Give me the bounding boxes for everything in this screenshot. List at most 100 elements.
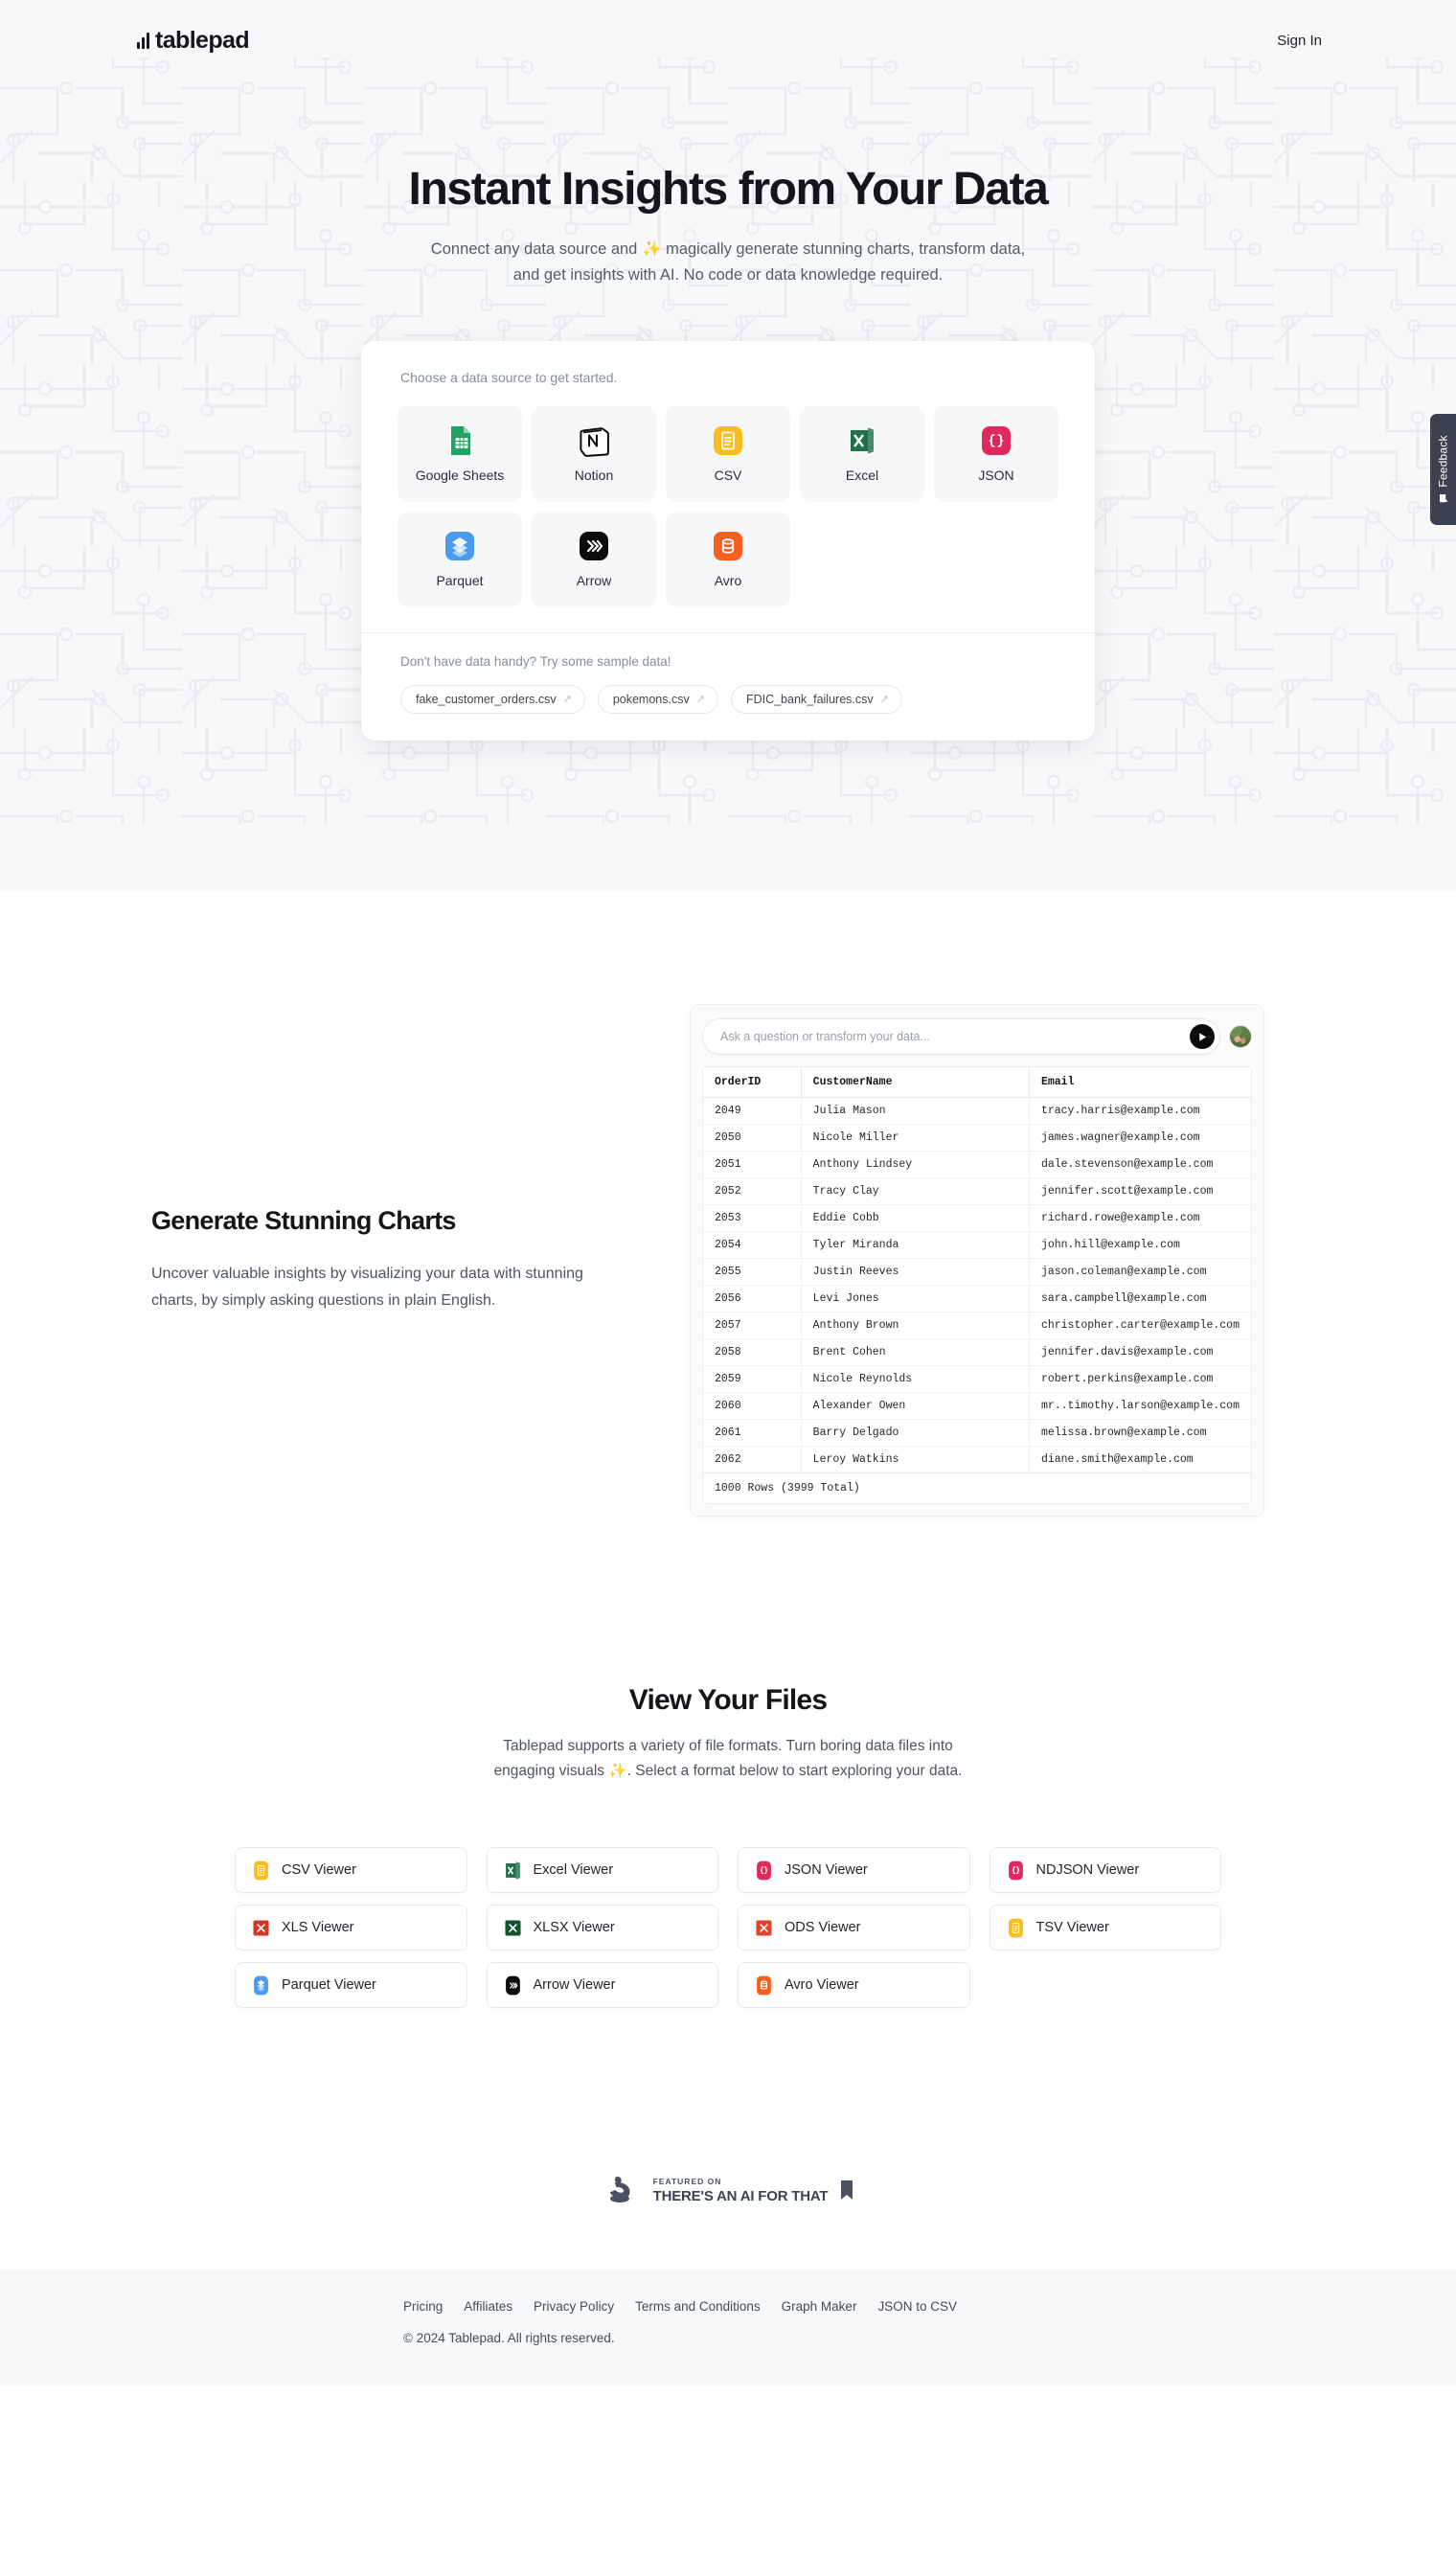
- arrow-icon: [505, 1975, 520, 1995]
- cell-orderid: 2061: [703, 1419, 802, 1447]
- table-row: 2055 Justin Reeves jason.coleman@example.c…: [703, 1258, 1251, 1286]
- external-link-icon: ↗: [879, 694, 889, 706]
- xls-icon: [253, 1920, 269, 1936]
- ask-input[interactable]: [720, 1030, 1190, 1043]
- source-tile-json[interactable]: JSON: [934, 405, 1058, 502]
- footer-links: Pricing Affiliates Privacy Policy Terms …: [403, 2299, 1322, 2314]
- source-tile-notion[interactable]: Notion: [532, 405, 656, 502]
- cell-email: robert.perkins@example.com: [1029, 1365, 1251, 1393]
- footer-link-pricing[interactable]: Pricing: [403, 2299, 443, 2314]
- data-table-card: OrderID CustomerName Email 2049 Julia Mas…: [702, 1066, 1252, 1504]
- source-label: Google Sheets: [415, 468, 505, 484]
- cell-customername: Nicole Reynolds: [801, 1365, 1030, 1393]
- cell-email: james.wagner@example.com: [1029, 1124, 1251, 1152]
- cell-orderid: 2062: [703, 1446, 802, 1473]
- json-icon: [1008, 1860, 1023, 1880]
- footer-link-privacy-policy[interactable]: Privacy Policy: [534, 2299, 614, 2314]
- avro-icon: [714, 532, 742, 561]
- source-tile-csv[interactable]: CSV: [666, 405, 790, 502]
- cell-email: jason.coleman@example.com: [1029, 1258, 1251, 1286]
- viewer-label: ODS Viewer: [785, 1920, 861, 1936]
- viewer-button-xls[interactable]: XLS Viewer: [235, 1905, 467, 1951]
- xlsx-icon: [504, 1920, 521, 1936]
- sign-in-link[interactable]: Sign In: [1277, 33, 1399, 49]
- viewer-button-arrow[interactable]: Arrow Viewer: [486, 1962, 718, 2009]
- viewer-label: XLSX Viewer: [533, 1920, 615, 1936]
- charts-text-block: Generate Stunning Charts Uncover valuabl…: [134, 1206, 632, 1313]
- ods-icon: [756, 1920, 772, 1936]
- csv-icon: [714, 426, 742, 456]
- data-source-card: Choose a data source to get started. Goo…: [361, 340, 1095, 741]
- viewer-label: XLS Viewer: [282, 1920, 354, 1936]
- ask-row: [702, 1018, 1252, 1055]
- cell-email: jennifer.davis@example.com: [1029, 1338, 1251, 1366]
- source-tile-arrow[interactable]: Arrow: [532, 511, 656, 607]
- ask-input-container[interactable]: [702, 1018, 1220, 1055]
- column-header-customername[interactable]: CustomerName: [801, 1067, 1030, 1098]
- source-label: CSV: [714, 468, 742, 484]
- cell-email: richard.rowe@example.com: [1029, 1204, 1251, 1232]
- bookmark-icon: [841, 2180, 853, 2201]
- viewer-button-excel[interactable]: Excel Viewer: [486, 1847, 718, 1894]
- viewer-button-avro[interactable]: Avro Viewer: [738, 1962, 970, 2009]
- source-tile-excel[interactable]: Excel: [800, 405, 924, 502]
- top-navigation-bar: tablepad Sign In: [0, 0, 1456, 59]
- source-tile-parquet[interactable]: Parquet: [398, 511, 522, 607]
- viewer-button-csv[interactable]: CSV Viewer: [235, 1847, 467, 1894]
- footer-link-affiliates[interactable]: Affiliates: [464, 2299, 512, 2314]
- cell-orderid: 2053: [703, 1204, 802, 1232]
- source-tile-avro[interactable]: Avro: [666, 511, 790, 607]
- source-label: Arrow: [576, 573, 612, 589]
- cell-orderid: 2058: [703, 1338, 802, 1366]
- logo-text: tablepad: [155, 26, 250, 54]
- cell-email: john.hill@example.com: [1029, 1231, 1251, 1259]
- table-row: 2057 Anthony Brown christopher.carter@exam…: [703, 1312, 1251, 1339]
- parquet-icon: [254, 1975, 268, 1995]
- cell-email: sara.campbell@example.com: [1029, 1285, 1251, 1312]
- cell-orderid: 2054: [703, 1231, 802, 1259]
- table-row: 2056 Levi Jones sara.campbell@example.com: [703, 1285, 1251, 1312]
- viewer-label: Excel Viewer: [533, 1862, 614, 1879]
- table-row: 2050 Nicole Miller james.wagner@example.co…: [703, 1124, 1251, 1152]
- cell-email: mr..timothy.larson@example.com: [1029, 1392, 1251, 1420]
- source-label: Avro: [714, 573, 742, 589]
- featured-on-badge[interactable]: FEATURED ON THERE'S AN AI FOR THAT: [0, 2008, 1456, 2209]
- viewer-button-ndjson[interactable]: NDJSON Viewer: [989, 1847, 1221, 1894]
- table-row: 2053 Eddie Cobb richard.rowe@example.com: [703, 1204, 1251, 1232]
- cell-orderid: 2052: [703, 1177, 802, 1205]
- viewer-button-parquet[interactable]: Parquet Viewer: [235, 1962, 467, 2009]
- source-label: Notion: [574, 468, 614, 484]
- sample-chip-pokemons[interactable]: pokemons.csv ↗: [597, 684, 718, 714]
- hero-title: Instant Insights from Your Data: [408, 164, 1049, 215]
- cell-orderid: 2050: [703, 1124, 802, 1152]
- viewer-button-ods[interactable]: ODS Viewer: [738, 1905, 970, 1951]
- cell-email: jennifer.scott@example.com: [1029, 1177, 1251, 1205]
- column-header-orderid[interactable]: OrderID: [703, 1067, 802, 1098]
- sample-chip-fake-customer-orders[interactable]: fake_customer_orders.csv ↗: [400, 684, 585, 714]
- viewer-button-tsv[interactable]: TSV Viewer: [989, 1905, 1221, 1951]
- viewer-button-xlsx[interactable]: XLSX Viewer: [486, 1905, 718, 1951]
- cell-email: melissa.brown@example.com: [1029, 1419, 1251, 1447]
- footer-link-terms-and-conditions[interactable]: Terms and Conditions: [635, 2299, 761, 2314]
- user-avatar[interactable]: [1229, 1025, 1252, 1048]
- table-row: 2049 Julia Mason tracy.harris@example.com: [703, 1097, 1251, 1125]
- footer-link-graph-maker[interactable]: Graph Maker: [782, 2299, 857, 2314]
- site-footer: Pricing Affiliates Privacy Policy Terms …: [0, 2271, 1456, 2386]
- cell-orderid: 2057: [703, 1312, 802, 1339]
- table-row-count: 1000 Rows (3999 Total): [703, 1473, 1251, 1503]
- viewer-button-json[interactable]: JSON Viewer: [738, 1847, 970, 1894]
- excel-icon: [505, 1860, 520, 1880]
- viewer-grid: CSV Viewer Excel Viewer JSON Viewer NDJS…: [235, 1847, 1221, 2009]
- feedback-tab[interactable]: Feedback: [1430, 414, 1456, 525]
- column-header-email[interactable]: Email: [1029, 1067, 1251, 1098]
- sample-chip-fdic-bank-failures[interactable]: FDIC_bank_failures.csv ↗: [730, 684, 902, 714]
- cell-customername: Alexander Owen: [801, 1392, 1030, 1420]
- footer-link-json-to-csv[interactable]: JSON to CSV: [877, 2299, 957, 2314]
- tablepad-logo[interactable]: tablepad: [137, 26, 250, 55]
- cell-customername: Tyler Miranda: [801, 1231, 1030, 1259]
- send-button[interactable]: [1190, 1024, 1215, 1049]
- sample-data-hint: Don't have data handy? Try some sample d…: [400, 653, 671, 669]
- source-tile-google-sheets[interactable]: Google Sheets: [398, 405, 522, 502]
- cell-customername: Julia Mason: [801, 1097, 1030, 1125]
- cell-customername: Anthony Brown: [801, 1312, 1030, 1339]
